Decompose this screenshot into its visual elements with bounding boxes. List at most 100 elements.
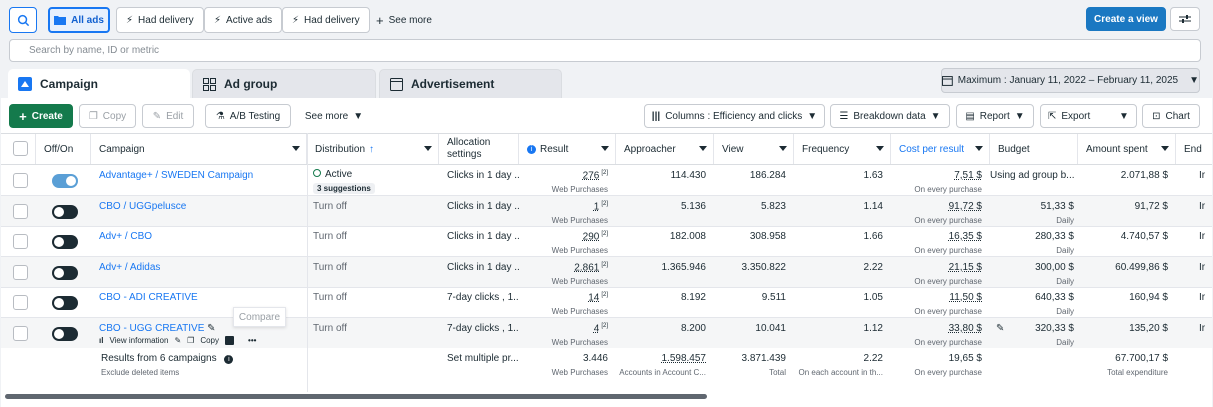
approacher-cell: 8.192: [616, 287, 714, 317]
search-placeholder: Search by name, ID or metric: [29, 45, 160, 56]
totals-spent-sub: Total expenditure: [1107, 368, 1168, 377]
pencil-icon[interactable]: ✎: [174, 336, 181, 345]
filter-had-delivery[interactable]: ⚡︎ Had delivery: [116, 7, 204, 33]
edit-label: Edit: [166, 110, 184, 122]
row-checkbox[interactable]: [13, 264, 28, 280]
row-checkbox[interactable]: [13, 295, 28, 310]
table-row[interactable]: Adv+ / Adidas Turn off Clicks in 1 day ...…: [1, 256, 1212, 288]
pencil-icon[interactable]: ✎: [996, 323, 1004, 334]
campaign-name-link[interactable]: Adv+ / CBO: [99, 231, 152, 242]
filter-active-ads[interactable]: ⚡︎ Active ads: [204, 7, 283, 33]
cpr-sub: On every purchase: [914, 276, 982, 286]
row-checkbox[interactable]: [13, 234, 28, 249]
campaign-name-link[interactable]: CBO - ADI CREATIVE: [99, 292, 198, 303]
filter-all-ads[interactable]: All ads: [48, 7, 110, 33]
report-button[interactable]: ▤ Report ▼: [956, 104, 1034, 128]
date-range-label: Maximum : January 11, 2022 – February 11…: [957, 75, 1179, 86]
date-range-picker[interactable]: Maximum : January 11, 2022 – February 11…: [941, 68, 1200, 93]
allocation-cell: Clicks in 1 day ...: [447, 257, 519, 287]
header-end[interactable]: End: [1176, 134, 1212, 164]
compare-icon[interactable]: [225, 336, 235, 345]
on-off-toggle[interactable]: [52, 326, 78, 341]
export-button[interactable]: ⇱ Export ▼: [1040, 104, 1137, 128]
more-icon[interactable]: •••: [248, 336, 256, 345]
tab-advertisement[interactable]: Advertisement: [379, 69, 562, 99]
search-input[interactable]: Search by name, ID or metric: [9, 39, 1201, 62]
view-information-link[interactable]: View information: [109, 336, 168, 345]
approacher-value: 182.008: [669, 231, 706, 242]
toggle-knob: [54, 298, 64, 308]
end-cell: Ir: [1199, 318, 1212, 348]
on-off-toggle[interactable]: [52, 204, 78, 219]
on-off-toggle[interactable]: [52, 265, 78, 280]
columns-button[interactable]: ||| Columns : Efficiency and clicks ▼: [644, 104, 825, 128]
cpr-value: 7,51 $: [954, 170, 982, 181]
copy-button[interactable]: ❐ Copy: [79, 104, 136, 128]
select-all-checkbox[interactable]: [13, 141, 28, 156]
allocation-value: 7-day clicks , 1...: [447, 292, 519, 303]
create-label: Create: [31, 110, 63, 122]
allocation-cell: Clicks in 1 day ...: [447, 196, 519, 226]
header-campaign[interactable]: Campaign: [91, 134, 307, 164]
view-value: 10.041: [755, 322, 786, 334]
header-view[interactable]: View: [714, 134, 794, 164]
header-allocation[interactable]: Allocation settings: [439, 134, 519, 164]
export-icon: ⇱: [1048, 110, 1057, 122]
edit-button[interactable]: ✎ Edit: [142, 104, 194, 128]
create-button[interactable]: + Create: [9, 104, 73, 128]
header-label: Distribution: [315, 143, 366, 155]
chart-button[interactable]: ⊡ Chart: [1142, 104, 1200, 128]
campaign-name-link[interactable]: CBO / UGGpelusce: [99, 201, 186, 212]
budget-cell: 51,33 $ Daily: [990, 196, 1078, 226]
horizontal-scrollbar[interactable]: [5, 394, 707, 399]
end-value: Ir: [1199, 322, 1206, 334]
tab-label: Advertisement: [411, 77, 495, 91]
on-off-toggle[interactable]: [52, 235, 78, 249]
create-view-button[interactable]: Create a view: [1086, 7, 1166, 31]
table-row[interactable]: Adv+ / CBO Turn off Clicks in 1 day ... 290…: [1, 226, 1212, 257]
row-checkbox[interactable]: [13, 173, 28, 188]
approacher-value: 5.136: [680, 200, 706, 212]
tab-ad-group[interactable]: Ad group: [192, 69, 376, 99]
table-row[interactable]: CBO - ADI CREATIVE Turn off 7-day clicks ,…: [1, 287, 1212, 318]
header-amount-spent[interactable]: Amount spent: [1078, 134, 1176, 164]
breakdown-button[interactable]: ☰ Breakdown data ▼: [830, 104, 950, 128]
allocation-value: Clicks in 1 day ...: [447, 231, 519, 242]
caret-down-icon: [1161, 146, 1169, 151]
search-toggle-button[interactable]: [9, 7, 37, 33]
row-checkbox[interactable]: [13, 203, 28, 219]
ab-testing-button[interactable]: ⚗ A/B Testing: [205, 104, 291, 128]
filter-had-delivery-2[interactable]: ⚡︎ Had delivery: [282, 7, 370, 33]
campaign-name-link[interactable]: Adv+ / Adidas: [99, 262, 160, 273]
cpr-cell: 21,15 $ On every purchase: [891, 257, 990, 287]
view-settings-button[interactable]: [1170, 7, 1200, 31]
suggestions-badge[interactable]: 3 suggestions: [313, 183, 375, 194]
table-row[interactable]: CBO / UGGpelusce Turn off Clicks in 1 day …: [1, 195, 1212, 227]
pencil-icon[interactable]: ✎: [207, 323, 215, 334]
header-off-on[interactable]: Off/On: [36, 134, 91, 164]
toolbar-see-more-button[interactable]: See more ▼: [300, 104, 368, 128]
row-checkbox[interactable]: [13, 325, 28, 341]
header-budget[interactable]: Budget: [990, 134, 1078, 164]
list-icon: ☰: [839, 110, 849, 122]
on-off-toggle[interactable]: [52, 174, 78, 188]
filters-see-more-button[interactable]: + See more: [376, 7, 432, 33]
end-cell: Ir: [1199, 196, 1212, 226]
budget-value: Using ad group b...: [990, 170, 1075, 181]
header-cost-per-result[interactable]: Cost per result: [891, 134, 990, 164]
header-approacher[interactable]: Approacher: [616, 134, 714, 164]
result-value: 14: [588, 292, 600, 304]
tab-campaign[interactable]: Campaign: [8, 69, 190, 99]
caret-down-icon: ▼: [1189, 75, 1199, 86]
spent-value: 160,94 $: [1129, 292, 1168, 303]
header-label: Approacher: [624, 143, 676, 155]
header-distribution[interactable]: Distribution ↑: [307, 134, 439, 164]
header-result[interactable]: i Result: [519, 134, 616, 164]
table-row[interactable]: Advantage+ / SWEDEN Campaign Active 3 sugg…: [1, 165, 1212, 196]
header-label: View: [722, 143, 744, 155]
campaign-name-link[interactable]: Advantage+ / SWEDEN Campaign: [99, 170, 253, 181]
campaign-name-link[interactable]: CBO - UGG CREATIVE: [99, 323, 204, 334]
copy-link[interactable]: Copy: [200, 336, 219, 345]
header-frequency[interactable]: Frequency: [794, 134, 891, 164]
on-off-toggle[interactable]: [52, 296, 78, 310]
